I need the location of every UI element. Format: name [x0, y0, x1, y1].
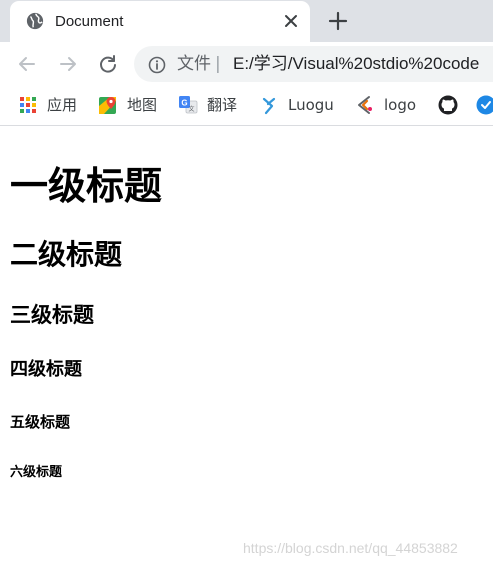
watermark: https://blog.csdn.net/qq_44853882 — [243, 540, 458, 556]
svg-text:G: G — [181, 99, 187, 108]
reload-icon[interactable] — [97, 53, 119, 75]
bookmark-label: 应用 — [47, 96, 78, 114]
bookmarks-bar: 应用 地图 G 文 翻译 Luogu logo — [0, 86, 493, 126]
arrow-left-icon[interactable] — [16, 53, 38, 75]
scheme-separator: | — [215, 54, 221, 74]
heading-level-1: 一级标题 — [10, 164, 163, 208]
url-text[interactable]: E:/学习/Visual%20stdio%20code — [233, 53, 479, 75]
luogu-icon — [262, 97, 276, 115]
heading-level-3: 三级标题 — [10, 303, 94, 327]
extension-icon — [476, 95, 493, 115]
bookmark-github[interactable] — [438, 94, 460, 116]
heading-level-2: 二级标题 — [10, 238, 123, 271]
apps-grid-icon — [20, 97, 36, 113]
tab-document[interactable]: Document — [10, 1, 310, 42]
globe-icon — [26, 12, 44, 30]
scheme-label: 文件 — [177, 54, 211, 73]
close-icon[interactable] — [283, 13, 299, 29]
bookmark-label: 翻译 — [207, 96, 238, 114]
heading-level-6: 六级标题 — [10, 465, 63, 480]
svg-text:文: 文 — [188, 105, 194, 113]
tab-title: Document — [55, 13, 124, 30]
heading-level-4: 四级标题 — [10, 359, 82, 380]
translate-icon: G 文 — [179, 96, 198, 114]
logo-icon — [358, 96, 372, 114]
browser-toolbar: 文件 | E:/学习/Visual%20stdio%20code — [0, 42, 493, 86]
address-bar[interactable]: 文件 | E:/学习/Visual%20stdio%20code — [134, 46, 493, 82]
plus-icon[interactable] — [328, 11, 348, 31]
arrow-right-icon[interactable] — [57, 53, 79, 75]
heading-level-5: 五级标题 — [10, 413, 71, 431]
bookmark-extension[interactable] — [476, 94, 493, 116]
github-icon — [438, 95, 458, 115]
bookmark-label: 地图 — [127, 96, 158, 114]
bookmark-label: logo — [384, 96, 417, 114]
info-icon[interactable] — [148, 56, 166, 74]
bookmark-label: Luogu — [288, 96, 334, 114]
maps-icon — [99, 97, 116, 114]
tab-strip: Document — [0, 0, 493, 42]
